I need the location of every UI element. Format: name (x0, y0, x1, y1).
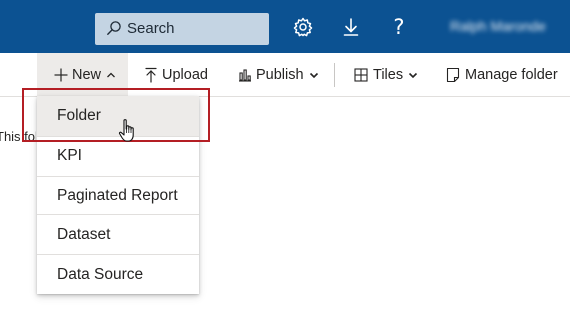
highlight-annotation (22, 88, 210, 142)
gear-icon[interactable] (292, 16, 314, 38)
search-icon (107, 21, 121, 35)
manage-folder-button[interactable]: Manage folder (446, 53, 558, 96)
menu-item-data-source[interactable]: Data Source (37, 255, 199, 295)
manage-folder-button-label: Manage folder (465, 66, 558, 83)
user-name[interactable]: Ralph Maronde (450, 18, 546, 34)
hand-cursor-icon (118, 119, 134, 142)
upload-button-label: Upload (162, 66, 208, 83)
plus-icon (54, 68, 68, 81)
search-placeholder: Search (127, 20, 175, 37)
publish-icon (239, 68, 251, 82)
tiles-button[interactable]: Tiles (354, 53, 418, 96)
top-header-bar: Search ? Ralph Maronde (0, 0, 570, 53)
menu-item-paginated-report[interactable]: Paginated Report (37, 176, 199, 216)
publish-button-label: Publish (256, 66, 304, 83)
publish-button[interactable]: Publish (238, 53, 319, 96)
chevron-up-icon (107, 72, 115, 77)
menu-item-dataset[interactable]: Dataset (37, 215, 199, 255)
search-input[interactable]: Search (95, 13, 269, 45)
chevron-down-icon (409, 72, 418, 78)
toolbar-divider (334, 63, 335, 87)
tiles-icon (354, 67, 368, 82)
document-icon (446, 67, 460, 82)
help-icon[interactable]: ? (388, 16, 410, 38)
tiles-button-label: Tiles (373, 66, 404, 83)
upload-icon (145, 67, 157, 83)
new-button-label: New (72, 66, 102, 83)
chevron-down-icon (309, 72, 318, 78)
download-icon[interactable] (340, 16, 362, 38)
